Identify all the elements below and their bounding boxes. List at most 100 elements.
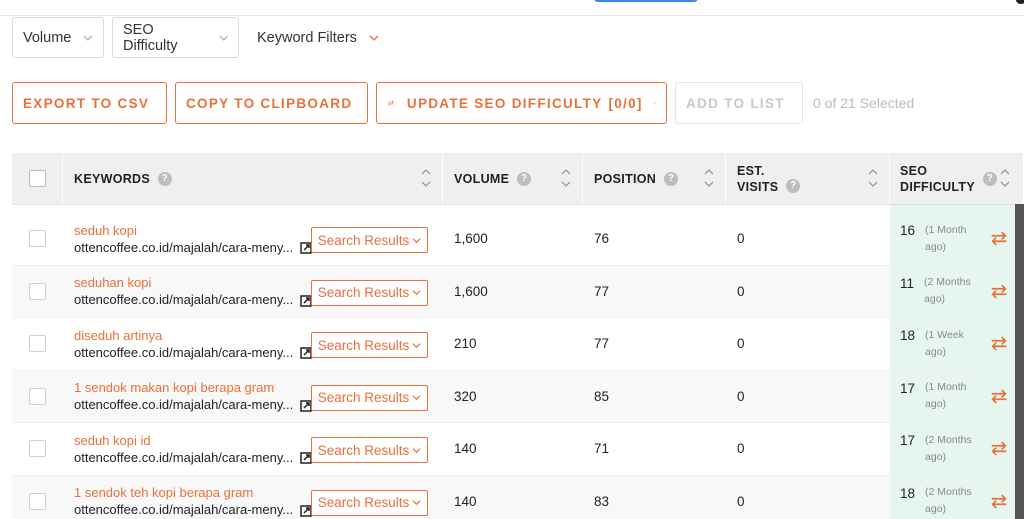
header-est-visits[interactable]: EST. VISITS ?: [726, 153, 890, 204]
row-select: [12, 266, 63, 318]
keyword-link[interactable]: seduh kopi: [74, 222, 137, 239]
sort-icon[interactable]: [999, 165, 1011, 191]
row-checkbox[interactable]: [29, 440, 46, 458]
header-position-label: POSITION: [594, 171, 657, 186]
header-seo-difficulty[interactable]: SEO DIFFICULTY ?: [890, 153, 1024, 204]
row-checkbox[interactable]: [29, 387, 46, 405]
keyword-link[interactable]: diseduh artinya: [74, 327, 162, 344]
seo-updated: (2 Months ago): [925, 433, 972, 463]
visits-cell: 0: [737, 441, 745, 457]
header-keywords[interactable]: KEYWORDS ?: [63, 153, 443, 204]
keyword-link[interactable]: seduh kopi id: [74, 432, 151, 449]
seo-difficulty-cell: 17 (2 Months ago): [890, 423, 1024, 475]
row-checkbox[interactable]: [29, 282, 46, 300]
seo-difficulty-filter-label: SEO Difficulty: [123, 21, 178, 54]
refresh-icon[interactable]: [988, 387, 1010, 406]
top-button-partial[interactable]: [594, 0, 698, 2]
header-seo-line1: SEO: [900, 163, 928, 178]
sync-icon: [388, 100, 394, 106]
refresh-icon[interactable]: [988, 439, 1010, 458]
top-icon-partial[interactable]: [1016, 0, 1024, 4]
help-icon[interactable]: ?: [664, 171, 679, 186]
search-results-button[interactable]: Search Results: [311, 489, 428, 516]
sort-icon[interactable]: [560, 165, 572, 191]
header-volume-label: VOLUME: [454, 171, 510, 186]
export-csv-button[interactable]: EXPORT TO CSV: [12, 82, 167, 124]
search-results-button[interactable]: Search Results: [311, 384, 428, 411]
keyword-cell: seduhan kopi ottencoffee.co.id/majalah/c…: [63, 266, 443, 318]
search-results-button[interactable]: Search Results: [311, 227, 428, 253]
seo-difficulty-cell: 18 (2 Months ago): [890, 475, 1024, 519]
visits-cell: 0: [737, 231, 745, 247]
add-to-list-label: ADD TO LIST: [686, 95, 785, 111]
chevron-down-icon: [412, 290, 421, 296]
sort-icon[interactable]: [867, 165, 879, 191]
search-results-label: Search Results: [317, 337, 410, 353]
help-icon[interactable]: ?: [517, 171, 532, 186]
update-seo-difficulty-button[interactable]: UPDATE SEO DIFFICULTY [0/0]: [376, 82, 667, 124]
refresh-icon[interactable]: [988, 334, 1010, 353]
visits-cell: 0: [737, 388, 745, 404]
position-cell: 71: [594, 441, 610, 457]
refresh-icon[interactable]: [988, 229, 1010, 248]
position-cell: 76: [594, 231, 610, 247]
search-results-button[interactable]: Search Results: [311, 332, 428, 358]
keyword-cell: 1 sendok teh kopi berapa gram ottencoffe…: [63, 476, 443, 519]
action-bar: EXPORT TO CSV COPY TO CLIPBOARD UPDATE S…: [12, 82, 914, 124]
table-row: diseduh artinya ottencoffee.co.id/majala…: [12, 318, 1024, 371]
seo-score: 18: [900, 485, 916, 501]
refresh-icon[interactable]: [988, 492, 1010, 511]
volume-filter[interactable]: Volume: [12, 17, 104, 58]
help-icon[interactable]: ?: [982, 171, 997, 186]
keyword-cell: 1 sendok makan kopi berapa gram ottencof…: [63, 371, 443, 423]
position-cell: 83: [594, 493, 610, 509]
row-select: [12, 213, 63, 265]
position-cell: 77: [594, 336, 610, 352]
keyword-link[interactable]: seduhan kopi: [74, 274, 151, 291]
visits-cell: 0: [737, 336, 745, 352]
seo-score: 18: [900, 328, 916, 344]
export-csv-label: EXPORT TO CSV: [23, 95, 150, 111]
header-select-all: [12, 153, 63, 204]
refresh-icon[interactable]: [988, 282, 1010, 301]
keyword-link[interactable]: 1 sendok teh kopi berapa gram: [74, 484, 253, 501]
row-checkbox[interactable]: [29, 230, 46, 248]
seo-difficulty-filter[interactable]: SEO Difficulty: [112, 17, 239, 58]
seo-difficulty-cell: 11 (2 Months ago): [890, 265, 1024, 317]
sort-icon[interactable]: [420, 165, 432, 191]
select-all-checkbox[interactable]: [28, 170, 46, 187]
keyword-link[interactable]: 1 sendok makan kopi berapa gram: [74, 379, 274, 396]
search-results-button[interactable]: Search Results: [311, 437, 428, 463]
header-position[interactable]: POSITION ?: [583, 153, 726, 204]
help-icon[interactable]: ?: [158, 171, 173, 186]
position-cell: 85: [594, 388, 610, 404]
position-cell: 77: [594, 283, 610, 299]
table-body: seduh kopi ottencoffee.co.id/majalah/car…: [12, 205, 1024, 519]
volume-cell: 210: [454, 336, 477, 352]
seo-difficulty-cell: 18 (1 Week ago): [890, 318, 1024, 370]
table-row-partial: [12, 205, 1024, 213]
row-checkbox[interactable]: [29, 492, 46, 510]
keywords-table: KEYWORDS ? VOLUME ? POSITION ? EST. VISI…: [12, 153, 1024, 519]
search-results-button[interactable]: Search Results: [311, 279, 428, 306]
sort-icon[interactable]: [703, 165, 715, 191]
header-volume[interactable]: VOLUME ?: [443, 153, 583, 204]
seo-updated: (2 Months ago): [925, 486, 972, 516]
seo-difficulty-cell: 16 (1 Month ago): [890, 213, 1024, 265]
row-checkbox[interactable]: [29, 335, 46, 353]
scrollbar[interactable]: [1015, 204, 1024, 519]
chevron-down-icon: [412, 500, 421, 506]
visits-cell: 0: [737, 493, 745, 509]
copy-clipboard-button[interactable]: COPY TO CLIPBOARD: [175, 82, 368, 124]
seo-score: 17: [900, 380, 916, 396]
volume-cell: 140: [454, 493, 477, 509]
volume-cell: 320: [454, 388, 477, 404]
add-to-list-button[interactable]: ADD TO LIST: [675, 82, 803, 124]
seo-score: 11: [900, 275, 915, 291]
help-icon[interactable]: ?: [786, 178, 801, 193]
keyword-cell: diseduh artinya ottencoffee.co.id/majala…: [63, 318, 443, 370]
table-row: seduh kopi id ottencoffee.co.id/majalah/…: [12, 423, 1024, 476]
volume-cell: 1,600: [454, 283, 488, 299]
keyword-filters-dropdown[interactable]: Keyword Filters: [247, 17, 389, 58]
table-row: seduhan kopi ottencoffee.co.id/majalah/c…: [12, 265, 1024, 318]
